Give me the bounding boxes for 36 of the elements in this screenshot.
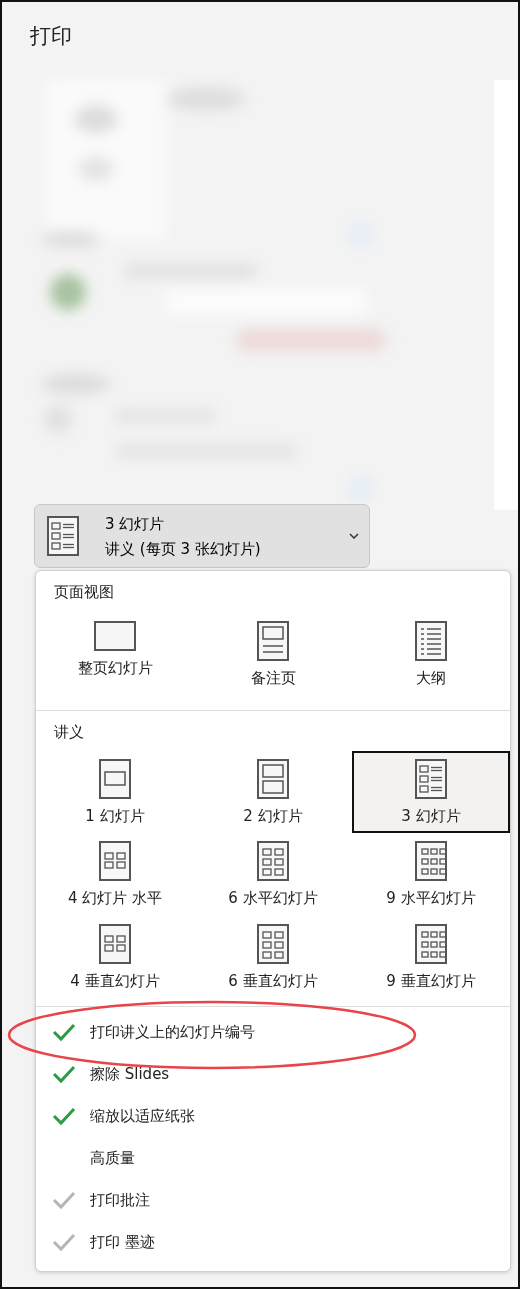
- outline-icon: [415, 621, 447, 661]
- layout-option[interactable]: 9 水平幻灯片: [352, 833, 510, 916]
- section-heading: 页面视图: [53, 582, 115, 603]
- page-layout-icon: [99, 841, 131, 881]
- section-heading: 讲义: [53, 721, 85, 743]
- notes-page-icon: [257, 621, 289, 661]
- slide-icon: [94, 621, 136, 651]
- option-item[interactable]: 擦除 Slides: [36, 1053, 510, 1095]
- layout-option[interactable]: 3 幻灯片: [352, 750, 510, 833]
- chevron-down-icon: [349, 533, 359, 539]
- layout-option[interactable]: 4 幻灯片 水平: [36, 833, 194, 916]
- layout-option[interactable]: 2 幻灯片: [194, 750, 352, 833]
- page-layout-icon: [99, 758, 131, 799]
- page-layout-icon: [47, 516, 79, 556]
- page-layout-icon: [257, 758, 289, 799]
- layout-option[interactable]: 大纲: [352, 611, 510, 702]
- page-title: 打印: [29, 23, 73, 50]
- layout-option[interactable]: 1 幻灯片: [36, 750, 194, 833]
- page-layout-icon: [415, 923, 447, 964]
- layout-option[interactable]: 6 水平幻灯片: [194, 833, 352, 916]
- layout-option[interactable]: 6 垂直幻灯片: [194, 915, 352, 998]
- layout-option[interactable]: 备注页: [194, 611, 352, 702]
- page-layout-icon: [415, 841, 447, 881]
- layout-option[interactable]: 9 垂直幻灯片: [352, 915, 510, 998]
- option-item[interactable]: 高质量: [36, 1137, 510, 1179]
- layout-dropdown[interactable]: 3 幻灯片 讲义 (每页 3 张幻灯片): [34, 504, 370, 568]
- dropdown-subtitle: 讲义 (每页 3 张幻灯片): [105, 538, 262, 560]
- option-item[interactable]: 缩放以适应纸张: [36, 1095, 510, 1137]
- page-layout-icon: [99, 923, 131, 964]
- layout-option[interactable]: 整页幻灯片: [36, 611, 194, 702]
- layout-option[interactable]: 4 垂直幻灯片: [36, 915, 194, 998]
- page-layout-icon: [257, 923, 289, 964]
- page-layout-icon: [257, 841, 289, 881]
- dropdown-title: 3 幻灯片: [105, 514, 166, 535]
- option-item[interactable]: 打印讲义上的幻灯片编号: [36, 1011, 510, 1053]
- page-layout-icon: [415, 758, 447, 799]
